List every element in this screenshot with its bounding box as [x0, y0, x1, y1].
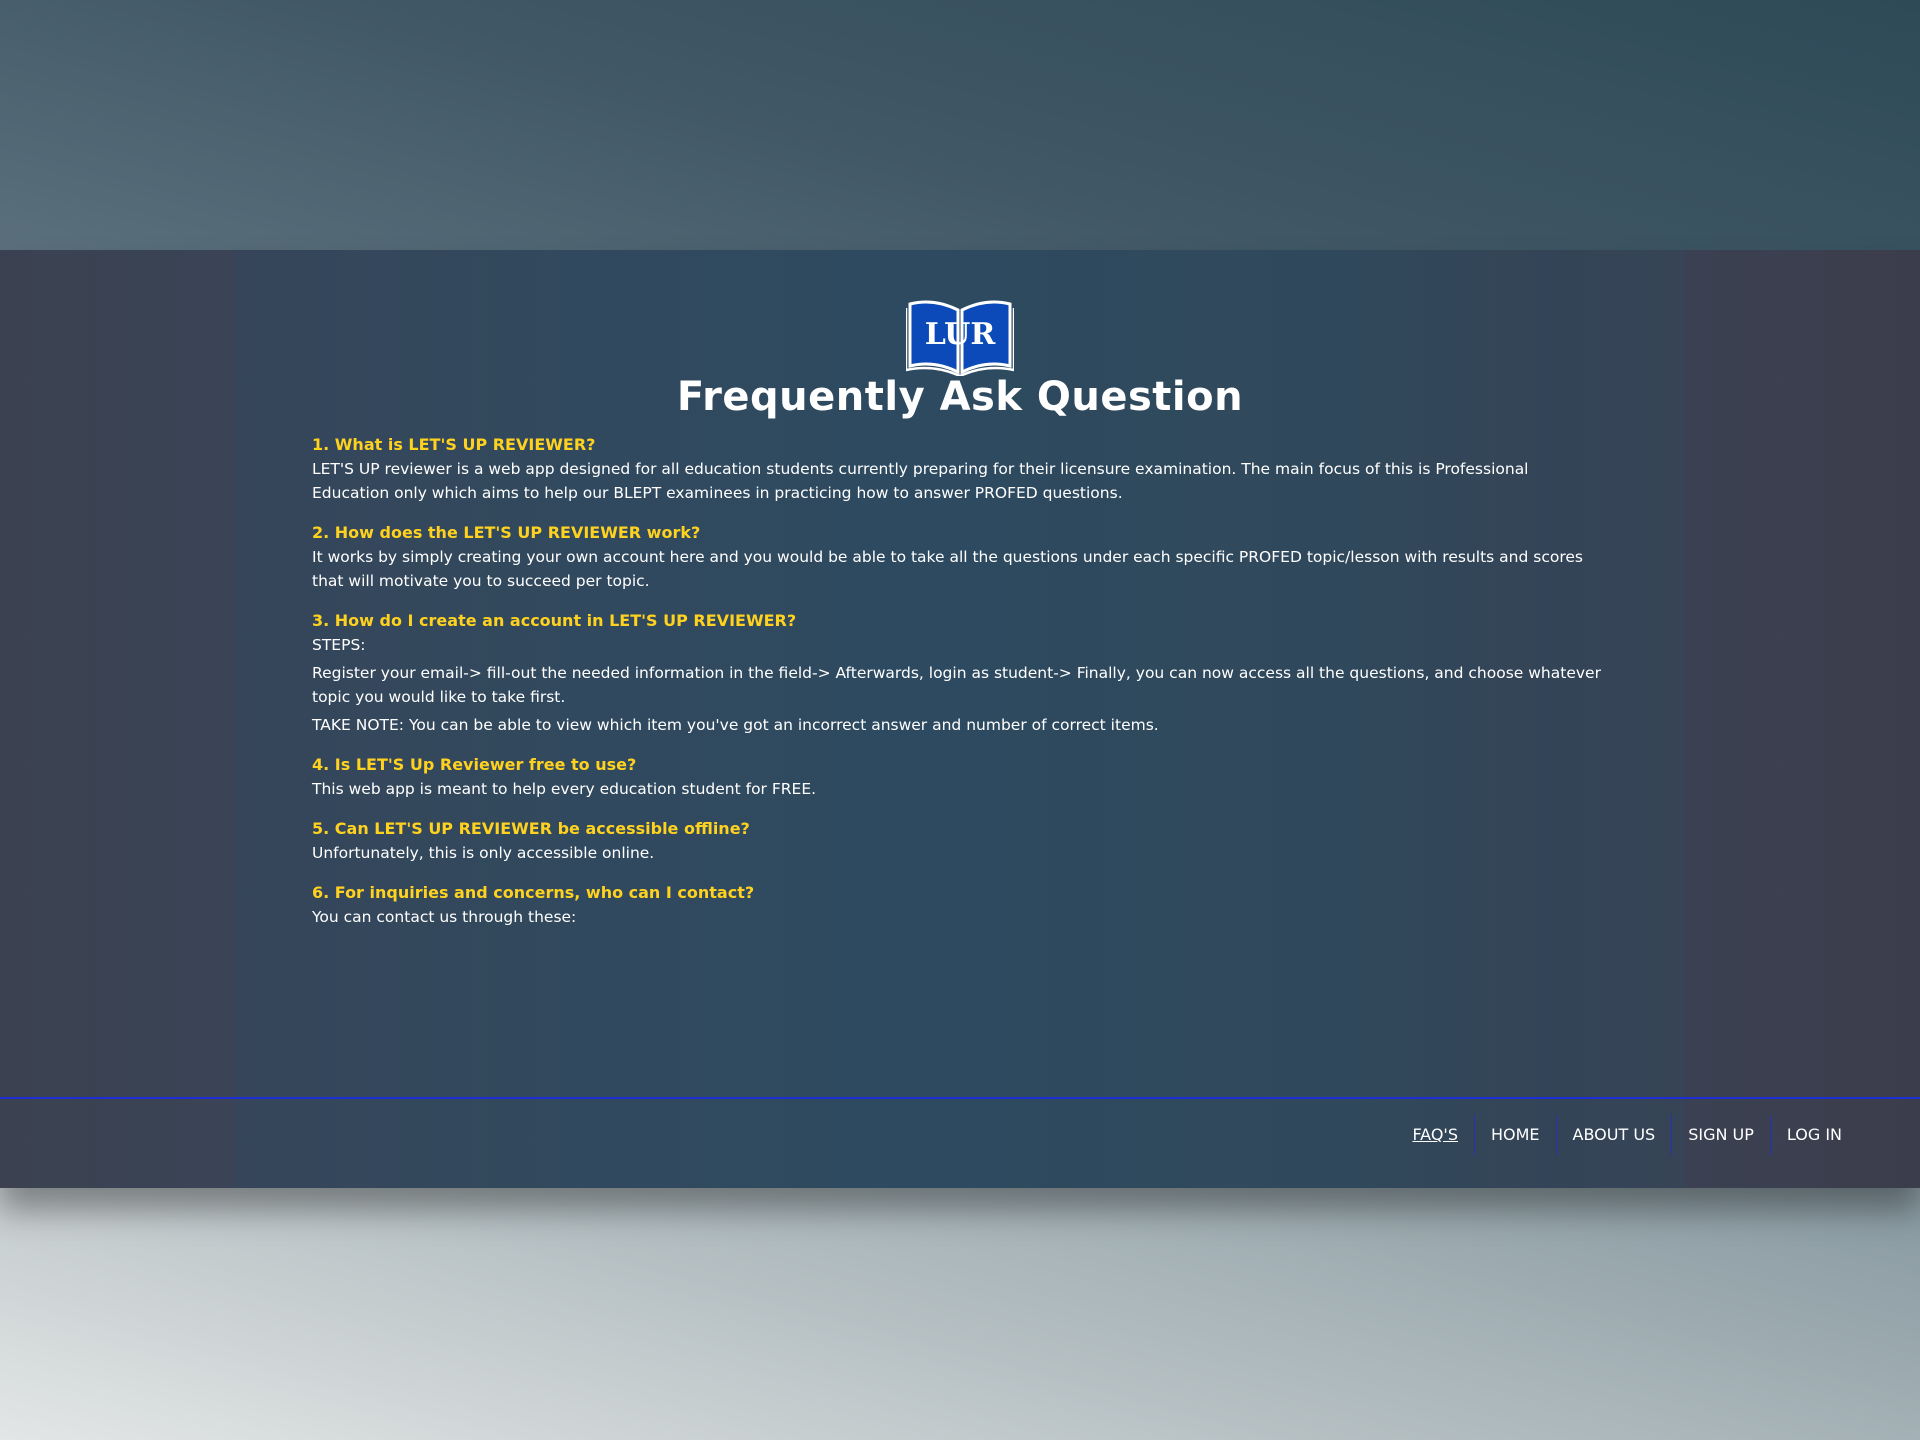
faq-answer: This web app is meant to help every educ… — [312, 780, 817, 798]
footer-nav: FAQ'S HOME ABOUT US SIGN UP LOG IN — [1396, 1115, 1858, 1155]
logo-book-icon: LUR — [906, 300, 1014, 376]
faq-item: 2. How does the LET'S UP REVIEWER work? I… — [312, 521, 1608, 593]
faq-answer: Unfortunately, this is only accessible o… — [312, 844, 655, 862]
faq-item: 1. What is LET'S UP REVIEWER? LET'S UP re… — [312, 433, 1608, 505]
footer-nav-about-us[interactable]: ABOUT US — [1555, 1115, 1672, 1155]
faq-answer: TAKE NOTE: You can be able to view which… — [312, 716, 1159, 734]
footer-nav-log-in[interactable]: LOG IN — [1769, 1115, 1858, 1155]
faq-question: 1. What is LET'S UP REVIEWER? — [312, 435, 596, 454]
main-panel: LUR Frequently Ask Question 1. What is L… — [0, 250, 1920, 1188]
faq-question: 2. How does the LET'S UP REVIEWER work? — [312, 523, 701, 542]
faq-list: 1. What is LET'S UP REVIEWER? LET'S UP re… — [312, 433, 1608, 945]
footer-nav-home[interactable]: HOME — [1473, 1115, 1556, 1155]
faq-question: 3. How do I create an account in LET'S U… — [312, 611, 797, 630]
faq-answer: STEPS: — [312, 636, 366, 654]
page-title: Frequently Ask Question — [676, 374, 1244, 420]
logo-letters: LUR — [925, 317, 997, 352]
footer: FAQ'S HOME ABOUT US SIGN UP LOG IN — [0, 1099, 1920, 1188]
faq-question: 4. Is LET'S Up Reviewer free to use? — [312, 755, 637, 774]
faq-answer: Register your email-> fill-out the neede… — [312, 664, 1601, 706]
faq-item: 4. Is LET'S Up Reviewer free to use? This… — [312, 753, 1608, 801]
faq-item: 6. For inquiries and concerns, who can I… — [312, 881, 1608, 929]
faq-answer: LET'S UP reviewer is a web app designed … — [312, 460, 1529, 502]
faq-question: 6. For inquiries and concerns, who can I… — [312, 883, 755, 902]
faq-answer: You can contact us through these: — [312, 908, 577, 926]
footer-nav-faq-s[interactable]: FAQ'S — [1396, 1115, 1474, 1155]
footer-nav-sign-up[interactable]: SIGN UP — [1671, 1115, 1770, 1155]
faq-answer: It works by simply creating your own acc… — [312, 548, 1583, 590]
faq-item: 5. Can LET'S UP REVIEWER be accessible o… — [312, 817, 1608, 865]
faq-question: 5. Can LET'S UP REVIEWER be accessible o… — [312, 819, 750, 838]
faq-item: 3. How do I create an account in LET'S U… — [312, 609, 1608, 737]
